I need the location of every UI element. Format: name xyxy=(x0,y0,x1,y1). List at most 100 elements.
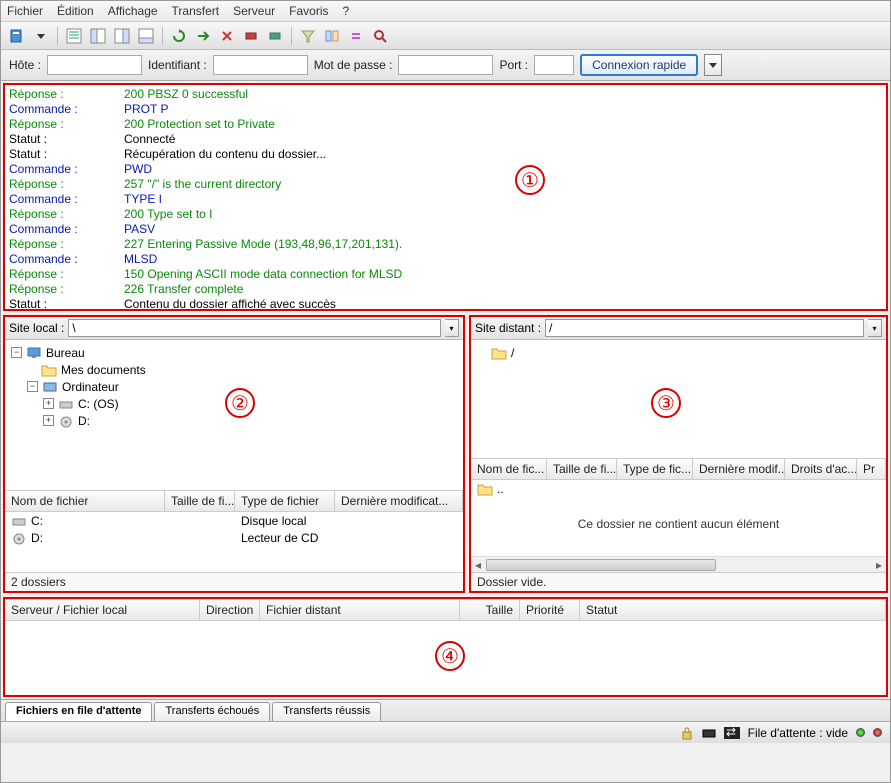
process-queue-icon[interactable] xyxy=(193,26,213,46)
col-type[interactable]: Type de fichier xyxy=(235,491,335,511)
pass-input[interactable] xyxy=(398,55,493,75)
site-manager-icon[interactable] xyxy=(7,26,27,46)
port-input[interactable] xyxy=(534,55,574,75)
tree-documents[interactable]: Mes documents xyxy=(61,363,146,377)
local-path-input[interactable] xyxy=(68,319,441,337)
log-label: Réponse : xyxy=(9,282,124,297)
dropdown-icon[interactable] xyxy=(31,26,51,46)
log-label: Commande : xyxy=(9,192,124,207)
local-list-header[interactable]: Nom de fichier Taille de fi... Type de f… xyxy=(5,490,463,512)
user-label: Identifiant : xyxy=(148,58,207,72)
tree-drive-d[interactable]: D: xyxy=(78,414,90,428)
search-icon[interactable] xyxy=(370,26,390,46)
filter-icon[interactable] xyxy=(298,26,318,46)
local-path-dropdown[interactable]: ▾ xyxy=(445,319,459,337)
toggle-log-icon[interactable] xyxy=(64,26,84,46)
toggle-remote-tree-icon[interactable] xyxy=(112,26,132,46)
menu-edit[interactable]: Édition xyxy=(57,4,94,18)
log-message: PASV xyxy=(124,222,155,237)
col-server-local[interactable]: Serveur / Fichier local xyxy=(5,600,200,620)
col-priority[interactable]: Priorité xyxy=(520,600,580,620)
log-message: 200 PBSZ 0 successful xyxy=(124,87,248,102)
compare-icon[interactable] xyxy=(322,26,342,46)
col-type[interactable]: Type de fic... xyxy=(617,459,693,479)
queue-body[interactable]: ④ xyxy=(5,621,886,695)
desktop-icon xyxy=(26,346,42,360)
tab-failed[interactable]: Transferts échoués xyxy=(154,702,270,721)
remote-tree[interactable]: ③ / xyxy=(471,340,886,458)
tab-success[interactable]: Transferts réussis xyxy=(272,702,381,721)
log-message: 226 Transfer complete xyxy=(124,282,243,297)
svg-text:⇄: ⇄ xyxy=(726,727,736,739)
menu-help[interactable]: ? xyxy=(343,4,350,18)
col-modified[interactable]: Dernière modif... xyxy=(693,459,785,479)
remote-list-header[interactable]: Nom de fic... Taille de fi... Type de fi… xyxy=(471,458,886,480)
toggle-local-tree-icon[interactable] xyxy=(88,26,108,46)
log-line: Réponse :227 Entering Passive Mode (193,… xyxy=(9,237,882,252)
expand-icon[interactable]: − xyxy=(27,381,38,392)
tree-remote-root[interactable]: / xyxy=(511,346,514,360)
expand-icon[interactable]: + xyxy=(43,415,54,426)
remote-site-label: Site distant : xyxy=(475,321,541,335)
local-tree[interactable]: ② −Bureau Mes documents −Ordinateur +C: … xyxy=(5,340,463,490)
remote-path-input[interactable] xyxy=(545,319,864,337)
log-message: 150 Opening ASCII mode data connection f… xyxy=(124,267,402,282)
log-message: PROT P xyxy=(124,102,168,117)
menu-favorites[interactable]: Favoris xyxy=(289,4,328,18)
keyboard-icon xyxy=(702,726,716,740)
reconnect-icon[interactable] xyxy=(265,26,285,46)
col-modified[interactable]: Dernière modificat... xyxy=(335,491,463,511)
tree-desktop[interactable]: Bureau xyxy=(46,346,85,360)
col-filename[interactable]: Nom de fichier xyxy=(5,491,165,511)
tree-drive-c[interactable]: C: (OS) xyxy=(78,397,119,411)
remote-file-list[interactable]: .. Ce dossier ne contient aucun élément xyxy=(471,480,886,556)
list-item[interactable]: D:Lecteur de CD xyxy=(5,529,463,546)
log-label: Commande : xyxy=(9,162,124,177)
list-item-up[interactable]: .. xyxy=(471,480,886,497)
expand-icon[interactable]: − xyxy=(11,347,22,358)
host-input[interactable] xyxy=(47,55,142,75)
tab-queued[interactable]: Fichiers en file d'attente xyxy=(5,702,152,721)
toggle-queue-icon[interactable] xyxy=(136,26,156,46)
log-message: Récupération du contenu du dossier... xyxy=(124,147,326,162)
cancel-icon[interactable] xyxy=(217,26,237,46)
menu-view[interactable]: Affichage xyxy=(108,4,158,18)
col-qsize[interactable]: Taille xyxy=(460,600,520,620)
remote-path-dropdown[interactable]: ▾ xyxy=(868,319,882,337)
col-qstatus[interactable]: Statut xyxy=(580,600,886,620)
log-message: MLSD xyxy=(124,252,157,267)
col-owner[interactable]: Pr xyxy=(857,459,886,479)
menu-file[interactable]: Fichier xyxy=(7,4,43,18)
transfer-queue-pane: Serveur / Fichier local Direction Fichie… xyxy=(3,597,888,697)
col-perms[interactable]: Droits d'ac... xyxy=(785,459,857,479)
menu-transfer[interactable]: Transfert xyxy=(172,4,220,18)
led-red-icon xyxy=(873,728,882,737)
refresh-icon[interactable] xyxy=(169,26,189,46)
log-line: Commande :PASV xyxy=(9,222,882,237)
disconnect-icon[interactable] xyxy=(241,26,261,46)
local-file-list[interactable]: C:Disque local D:Lecteur de CD xyxy=(5,512,463,572)
menu-server[interactable]: Serveur xyxy=(233,4,275,18)
col-filename[interactable]: Nom de fic... xyxy=(471,459,547,479)
log-line: Commande :PROT P xyxy=(9,102,882,117)
user-input[interactable] xyxy=(213,55,308,75)
remote-hscrollbar[interactable]: ◂▸ xyxy=(471,556,886,572)
quickconnect-dropdown[interactable] xyxy=(704,54,722,76)
list-item[interactable]: C:Disque local xyxy=(5,512,463,529)
tree-computer[interactable]: Ordinateur xyxy=(62,380,119,394)
expand-icon[interactable]: + xyxy=(43,398,54,409)
log-line: Réponse :150 Opening ASCII mode data con… xyxy=(9,267,882,282)
col-size[interactable]: Taille de fi... xyxy=(165,491,235,511)
local-site-label: Site local : xyxy=(9,321,64,335)
log-message: Connecté xyxy=(124,132,175,147)
message-log[interactable]: ① Réponse :200 PBSZ 0 successfulCommande… xyxy=(3,83,888,311)
log-label: Réponse : xyxy=(9,207,124,222)
drive-icon xyxy=(58,397,74,411)
log-label: Commande : xyxy=(9,102,124,117)
col-direction[interactable]: Direction xyxy=(200,600,260,620)
sync-browse-icon[interactable] xyxy=(346,26,366,46)
col-size[interactable]: Taille de fi... xyxy=(547,459,617,479)
col-remote-file[interactable]: Fichier distant xyxy=(260,600,460,620)
queue-header[interactable]: Serveur / Fichier local Direction Fichie… xyxy=(5,599,886,621)
quickconnect-button[interactable]: Connexion rapide xyxy=(580,54,698,76)
